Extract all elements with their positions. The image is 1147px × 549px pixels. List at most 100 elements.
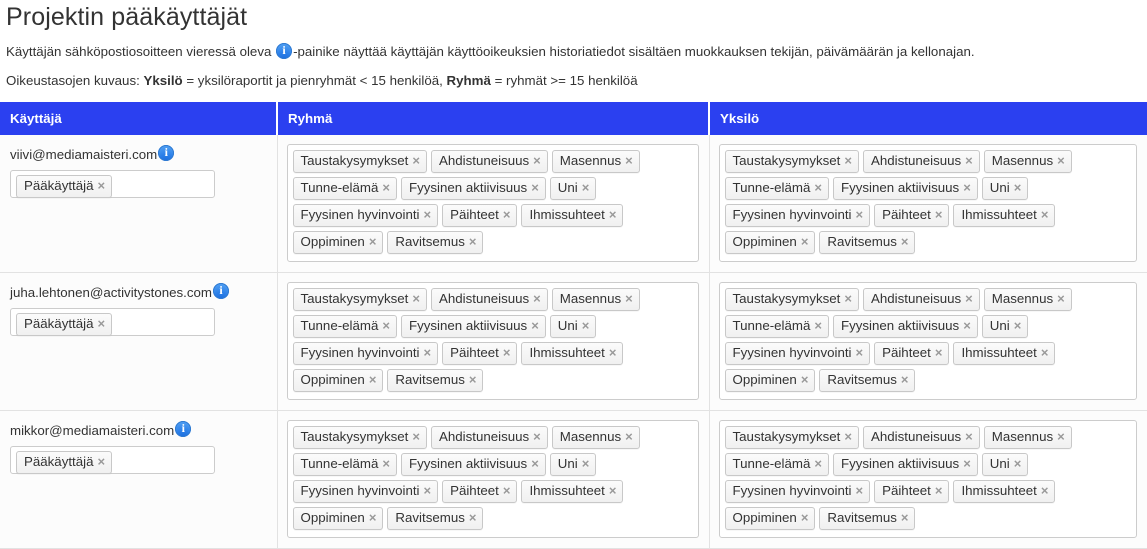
tag-chip[interactable]: Ravitsemus× <box>387 369 483 392</box>
tag-chip-remove-icon[interactable]: × <box>469 510 477 525</box>
tag-chip[interactable]: Oppiminen× <box>293 231 384 254</box>
tag-chip-remove-icon[interactable]: × <box>97 454 105 469</box>
tag-chip-remove-icon[interactable]: × <box>844 429 852 444</box>
tag-chip[interactable]: Tunne-elämä× <box>725 177 829 200</box>
tag-chip[interactable]: Tunne-elämä× <box>293 177 397 200</box>
tag-chip[interactable]: Ihmissuhteet× <box>953 204 1055 227</box>
tag-chip-remove-icon[interactable]: × <box>469 372 477 387</box>
group-tags-input[interactable]: Taustakysymykset×Ahdistuneisuus×Masennus… <box>287 144 699 262</box>
tag-chip[interactable]: Taustakysymykset× <box>725 288 859 311</box>
tag-chip[interactable]: Uni× <box>550 453 597 476</box>
tag-chip-remove-icon[interactable]: × <box>625 429 633 444</box>
tag-chip[interactable]: Uni× <box>982 177 1029 200</box>
tag-chip-remove-icon[interactable]: × <box>531 456 539 471</box>
tag-chip-remove-icon[interactable]: × <box>533 153 541 168</box>
tag-chip[interactable]: Taustakysymykset× <box>293 150 427 173</box>
tag-chip-remove-icon[interactable]: × <box>423 207 431 222</box>
tag-chip[interactable]: Päihteet× <box>874 204 949 227</box>
tag-chip[interactable]: Pääkäyttäjä× <box>16 313 112 336</box>
tag-chip-remove-icon[interactable]: × <box>412 153 420 168</box>
tag-chip-remove-icon[interactable]: × <box>901 510 909 525</box>
info-icon[interactable] <box>213 283 229 299</box>
tag-chip-remove-icon[interactable]: × <box>423 345 431 360</box>
tag-chip[interactable]: Fyysinen aktiivisuus× <box>833 177 978 200</box>
tag-chip-remove-icon[interactable]: × <box>801 234 809 249</box>
tag-chip-remove-icon[interactable]: × <box>855 483 863 498</box>
tag-chip[interactable]: Ravitsemus× <box>819 231 915 254</box>
tag-chip[interactable]: Fyysinen aktiivisuus× <box>401 453 546 476</box>
tag-chip[interactable]: Pääkäyttäjä× <box>16 175 112 198</box>
tag-chip-remove-icon[interactable]: × <box>814 318 822 333</box>
tag-chip[interactable]: Uni× <box>550 177 597 200</box>
tag-chip-remove-icon[interactable]: × <box>503 483 511 498</box>
tag-chip-remove-icon[interactable]: × <box>935 207 943 222</box>
tag-chip-remove-icon[interactable]: × <box>855 345 863 360</box>
tag-chip-remove-icon[interactable]: × <box>97 316 105 331</box>
individual-tags-input[interactable]: Taustakysymykset×Ahdistuneisuus×Masennus… <box>719 144 1138 262</box>
user-role-input[interactable]: Pääkäyttäjä× <box>10 308 215 336</box>
tag-chip[interactable]: Ahdistuneisuus× <box>863 426 980 449</box>
group-tags-input[interactable]: Taustakysymykset×Ahdistuneisuus×Masennus… <box>287 282 699 400</box>
tag-chip-remove-icon[interactable]: × <box>1041 483 1049 498</box>
tag-chip-remove-icon[interactable]: × <box>382 180 390 195</box>
tag-chip[interactable]: Pääkäyttäjä× <box>16 451 112 474</box>
individual-tags-input[interactable]: Taustakysymykset×Ahdistuneisuus×Masennus… <box>719 420 1138 538</box>
tag-chip[interactable]: Fyysinen hyvinvointi× <box>293 342 439 365</box>
tag-chip[interactable]: Tunne-elämä× <box>293 315 397 338</box>
column-header-individual[interactable]: Yksilö <box>709 102 1147 135</box>
group-tags-input[interactable]: Taustakysymykset×Ahdistuneisuus×Masennus… <box>287 420 699 538</box>
tag-chip-remove-icon[interactable]: × <box>412 291 420 306</box>
tag-chip-remove-icon[interactable]: × <box>469 234 477 249</box>
tag-chip[interactable]: Oppiminen× <box>725 369 816 392</box>
tag-chip-remove-icon[interactable]: × <box>814 456 822 471</box>
tag-chip-remove-icon[interactable]: × <box>963 180 971 195</box>
tag-chip-remove-icon[interactable]: × <box>965 153 973 168</box>
tag-chip[interactable]: Uni× <box>982 453 1029 476</box>
tag-chip[interactable]: Masennus× <box>552 150 640 173</box>
tag-chip-remove-icon[interactable]: × <box>423 483 431 498</box>
tag-chip[interactable]: Fyysinen hyvinvointi× <box>293 204 439 227</box>
tag-chip-remove-icon[interactable]: × <box>531 180 539 195</box>
tag-chip-remove-icon[interactable]: × <box>1057 429 1065 444</box>
user-role-input[interactable]: Pääkäyttäjä× <box>10 446 215 474</box>
tag-chip-remove-icon[interactable]: × <box>963 318 971 333</box>
tag-chip[interactable]: Tunne-elämä× <box>725 315 829 338</box>
tag-chip-remove-icon[interactable]: × <box>935 345 943 360</box>
tag-chip[interactable]: Oppiminen× <box>293 369 384 392</box>
info-icon[interactable] <box>175 421 191 437</box>
tag-chip[interactable]: Masennus× <box>552 426 640 449</box>
tag-chip-remove-icon[interactable]: × <box>1014 318 1022 333</box>
tag-chip-remove-icon[interactable]: × <box>901 372 909 387</box>
tag-chip-remove-icon[interactable]: × <box>369 510 377 525</box>
column-header-group[interactable]: Ryhmä <box>277 102 709 135</box>
tag-chip[interactable]: Päihteet× <box>442 342 517 365</box>
tag-chip[interactable]: Taustakysymykset× <box>725 150 859 173</box>
tag-chip[interactable]: Masennus× <box>984 426 1072 449</box>
tag-chip-remove-icon[interactable]: × <box>935 483 943 498</box>
tag-chip-remove-icon[interactable]: × <box>609 207 617 222</box>
tag-chip-remove-icon[interactable]: × <box>1041 207 1049 222</box>
tag-chip-remove-icon[interactable]: × <box>382 318 390 333</box>
tag-chip-remove-icon[interactable]: × <box>844 153 852 168</box>
tag-chip[interactable]: Masennus× <box>984 150 1072 173</box>
tag-chip[interactable]: Tunne-elämä× <box>725 453 829 476</box>
tag-chip[interactable]: Ahdistuneisuus× <box>863 288 980 311</box>
tag-chip[interactable]: Ihmissuhteet× <box>521 480 623 503</box>
tag-chip[interactable]: Taustakysymykset× <box>293 426 427 449</box>
tag-chip[interactable]: Fyysinen aktiivisuus× <box>833 315 978 338</box>
tag-chip-remove-icon[interactable]: × <box>582 318 590 333</box>
tag-chip-remove-icon[interactable]: × <box>1041 345 1049 360</box>
tag-chip-remove-icon[interactable]: × <box>844 291 852 306</box>
tag-chip-remove-icon[interactable]: × <box>533 429 541 444</box>
tag-chip[interactable]: Taustakysymykset× <box>293 288 427 311</box>
tag-chip-remove-icon[interactable]: × <box>814 180 822 195</box>
tag-chip[interactable]: Ihmissuhteet× <box>521 342 623 365</box>
tag-chip-remove-icon[interactable]: × <box>1057 153 1065 168</box>
tag-chip-remove-icon[interactable]: × <box>412 429 420 444</box>
tag-chip[interactable]: Masennus× <box>552 288 640 311</box>
tag-chip-remove-icon[interactable]: × <box>1057 291 1065 306</box>
tag-chip[interactable]: Fyysinen hyvinvointi× <box>293 480 439 503</box>
tag-chip-remove-icon[interactable]: × <box>901 234 909 249</box>
tag-chip[interactable]: Päihteet× <box>874 480 949 503</box>
tag-chip-remove-icon[interactable]: × <box>503 345 511 360</box>
